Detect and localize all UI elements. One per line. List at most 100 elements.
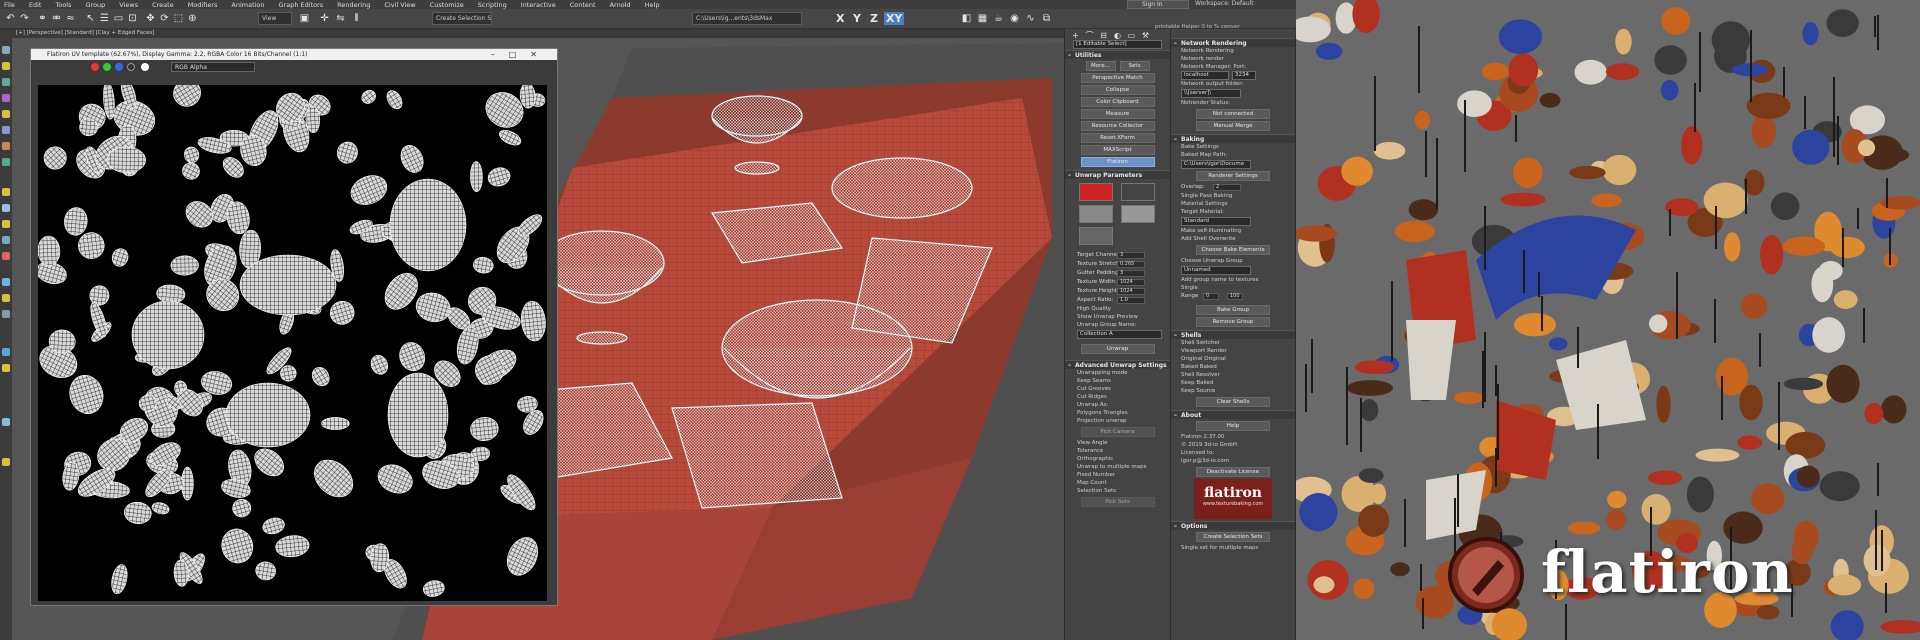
adv-line[interactable]: Keep Seams <box>1065 377 1170 385</box>
select-by-name-icon[interactable]: ☰ <box>98 12 111 25</box>
renderer-settings-button[interactable]: Renderer Settings <box>1196 171 1270 181</box>
axis-x[interactable]: X <box>836 12 844 25</box>
group-name-input[interactable]: Collection A <box>1077 330 1162 339</box>
manual-merge-button[interactable]: Manual Merge <box>1196 121 1270 131</box>
shell-line[interactable]: Baked Baked <box>1171 363 1295 371</box>
render-setup-icon[interactable]: ◧ <box>960 12 973 25</box>
preset-thumb[interactable] <box>1121 183 1155 201</box>
high-quality-checkbox[interactable]: High Quality <box>1065 305 1170 313</box>
reset-xform-button[interactable]: Reset XForm <box>1080 133 1155 143</box>
place-icon[interactable]: ⊕ <box>186 12 199 25</box>
perspective-match-button[interactable]: Perspective Match <box>1080 73 1155 83</box>
rotate-icon[interactable]: ⟳ <box>158 12 171 25</box>
sign-in-button[interactable]: Sign In <box>1127 0 1189 9</box>
param-spinner[interactable]: 3 <box>1117 270 1145 277</box>
project-path-combo[interactable]: C:\Users\ig...ents\3dsMax <box>692 12 802 25</box>
motion-tab-icon[interactable]: ◐ <box>1111 29 1124 42</box>
create-tab-icon[interactable]: + <box>1069 29 1082 42</box>
redo-icon[interactable]: ↷ <box>18 12 31 25</box>
unwrap-group-select[interactable]: Unnamed <box>1181 266 1251 275</box>
shell-line[interactable]: Keep Source <box>1171 387 1295 395</box>
adv-line[interactable]: Cut Grooves <box>1065 385 1170 393</box>
clear-shells-button[interactable]: Clear Shells <box>1196 397 1270 407</box>
adv-line[interactable]: Polygons Triangles <box>1065 409 1170 417</box>
remove-group-button[interactable]: Remove Group <box>1196 317 1270 327</box>
window-cross-icon[interactable]: ⊡ <box>126 12 139 25</box>
menu-item[interactable]: Modifiers <box>188 1 218 9</box>
about-rollout[interactable]: About <box>1171 410 1295 420</box>
menu-item[interactable]: Help <box>645 1 660 9</box>
red-channel-icon[interactable] <box>91 63 99 71</box>
link-icon[interactable]: ⚭ <box>36 12 49 25</box>
adv-line[interactable]: Fixed Number <box>1065 471 1170 479</box>
single-radio[interactable]: Single <box>1171 284 1295 292</box>
blue-channel-icon[interactable] <box>115 63 123 71</box>
undo-icon[interactable]: ↶ <box>4 12 17 25</box>
manager-host-input[interactable]: localhost <box>1181 71 1229 80</box>
shell-options-radio[interactable]: Add Shell Overwrite <box>1171 235 1295 243</box>
maxscript-button[interactable]: MAXScript <box>1080 145 1155 155</box>
select-icon[interactable]: ↖ <box>84 12 97 25</box>
unwrap-button[interactable]: Unwrap <box>1080 344 1155 354</box>
menu-item[interactable]: File <box>4 1 15 9</box>
alpha-channel-icon[interactable] <box>127 63 135 71</box>
collapse-button[interactable]: Collapse <box>1080 85 1155 95</box>
single-pass-checkbox[interactable]: Single Pass Baking <box>1171 192 1295 200</box>
baking-rollout[interactable]: Baking <box>1171 134 1295 144</box>
show-preview-checkbox[interactable]: Show Unwrap Preview <box>1065 313 1170 321</box>
advanced-rollout[interactable]: Advanced Unwrap Settings <box>1065 360 1170 370</box>
menu-item[interactable]: Scripting <box>478 1 507 9</box>
rect-select-icon[interactable]: ▭ <box>112 12 125 25</box>
scale-icon[interactable]: ⬚ <box>172 12 185 25</box>
adv-line[interactable]: Map Count <box>1065 479 1170 487</box>
menu-item[interactable]: Group <box>86 1 106 9</box>
deactivate-license-button[interactable]: Deactivate License <box>1196 467 1270 477</box>
preset-thumb[interactable] <box>1079 205 1113 223</box>
menu-item[interactable]: Edit <box>29 1 42 9</box>
menu-item[interactable]: Animation <box>231 1 264 9</box>
hierarchy-tab-icon[interactable]: ⊟ <box>1097 29 1110 42</box>
workspace-selector[interactable]: Workspace: Default <box>1195 0 1295 9</box>
schematic-icon[interactable]: ⧉ <box>1040 12 1053 25</box>
modify-tab-icon[interactable]: ⌒ <box>1083 29 1096 42</box>
uv-template-window[interactable]: Flatiron UV template (62.67%), Display G… <box>30 48 558 606</box>
render-icon[interactable]: ☕ <box>992 12 1005 25</box>
pick-sets-button[interactable]: Pick Sets <box>1080 497 1155 507</box>
window-controls[interactable]: –□✕ <box>491 49 551 60</box>
menu-item[interactable]: Create <box>152 1 174 9</box>
menu-item[interactable]: Content <box>570 1 596 9</box>
pivot-icon[interactable]: ▣ <box>298 12 311 25</box>
named-selection-combo[interactable]: Create Selection Se <box>432 12 492 25</box>
menu-item[interactable]: Graph Editors <box>279 1 324 9</box>
move-icon[interactable]: ✥ <box>144 12 157 25</box>
mirror-icon[interactable]: ⇋ <box>334 12 347 25</box>
menu-item[interactable]: Views <box>119 1 138 9</box>
param-spinner[interactable]: 1024 <box>1117 279 1145 286</box>
self-illum-checkbox[interactable]: Make self-illuminating <box>1171 227 1295 235</box>
mono-channel-icon[interactable] <box>141 63 149 71</box>
reference-coord-combo[interactable]: View <box>258 12 292 25</box>
preset-thumb[interactable] <box>1121 205 1155 223</box>
choose-bake-elements-button[interactable]: Choose Bake Elements <box>1196 245 1270 255</box>
param-spinner[interactable]: 1024 <box>1117 288 1145 295</box>
preset-thumb[interactable] <box>1079 227 1113 245</box>
map-path-input[interactable]: C:\Users\igor\Docume <box>1181 160 1251 169</box>
snap-icon[interactable]: ✛ <box>318 12 331 25</box>
sets-button[interactable]: Sets <box>1119 61 1150 71</box>
green-channel-icon[interactable] <box>103 63 111 71</box>
bake-group-button[interactable]: Bake Group <box>1196 305 1270 315</box>
material-editor-icon[interactable]: ◉ <box>1008 12 1021 25</box>
network-render-checkbox[interactable]: Network render <box>1171 55 1295 63</box>
unlink-icon[interactable]: ⚮ <box>50 12 63 25</box>
menu-item[interactable]: Interactive <box>521 1 556 9</box>
uv-layout-canvas[interactable] <box>38 85 547 601</box>
shell-line[interactable]: Original Original <box>1171 355 1295 363</box>
flatiron-button[interactable]: Flatiron <box>1080 157 1155 167</box>
menu-item[interactable]: Rendering <box>337 1 370 9</box>
shell-line[interactable]: Keep Baked <box>1171 379 1295 387</box>
range-from-spinner[interactable]: 0 <box>1203 293 1219 300</box>
channel-select[interactable]: RGB Alpha <box>171 62 255 72</box>
network-rollout[interactable]: Network Rendering <box>1171 38 1295 48</box>
add-group-checkbox[interactable]: Add group name to textures <box>1171 276 1295 284</box>
options-rollout[interactable]: Options <box>1171 521 1295 531</box>
